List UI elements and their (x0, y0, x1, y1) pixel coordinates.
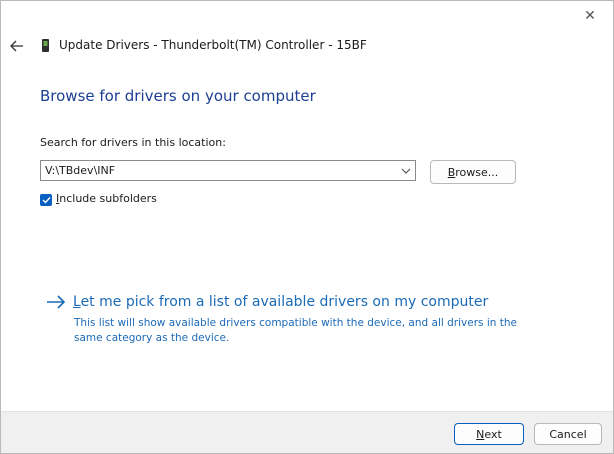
next-button[interactable]: Next (454, 423, 524, 445)
include-subfolders-label[interactable]: Include subfolders (56, 192, 157, 205)
search-location-label: Search for drivers in this location: (40, 136, 226, 149)
subfolders-label-text: nclude subfolders (59, 192, 157, 205)
location-combobox[interactable] (40, 160, 416, 181)
close-button[interactable]: ✕ (567, 1, 613, 31)
cancel-button[interactable]: Cancel (534, 423, 602, 445)
next-label: ext (484, 427, 502, 441)
close-icon: ✕ (584, 8, 596, 24)
page-title: Browse for drivers on your computer (40, 87, 316, 105)
right-arrow-icon (47, 295, 66, 309)
pick-from-list-description: This list will show available drivers co… (74, 317, 517, 344)
checkmark-icon (42, 197, 51, 204)
device-icon (42, 39, 49, 52)
browse-mnemonic: B (447, 165, 456, 179)
chevron-down-icon[interactable] (400, 165, 412, 177)
update-drivers-dialog: ✕ Update Drivers - Thunderbolt(TM) Contr… (0, 0, 614, 454)
back-button[interactable] (7, 36, 27, 56)
next-mnemonic: N (476, 427, 485, 441)
window-title: Update Drivers - Thunderbolt(TM) Control… (59, 38, 367, 52)
location-input[interactable] (45, 161, 385, 180)
pick-from-list-title: Let me pick from a list of available dri… (73, 294, 488, 310)
back-arrow-icon (10, 40, 23, 52)
pick-mnemonic: L (73, 294, 81, 310)
include-subfolders-checkbox[interactable] (40, 194, 52, 206)
pick-title-text: et me pick from a list of available driv… (80, 294, 489, 310)
browse-button[interactable]: Browse... (430, 160, 516, 184)
browse-label: rowse... (455, 165, 499, 179)
dialog-footer: Next Cancel (1, 411, 613, 453)
pick-from-list-link[interactable]: Let me pick from a list of available dri… (46, 294, 488, 310)
